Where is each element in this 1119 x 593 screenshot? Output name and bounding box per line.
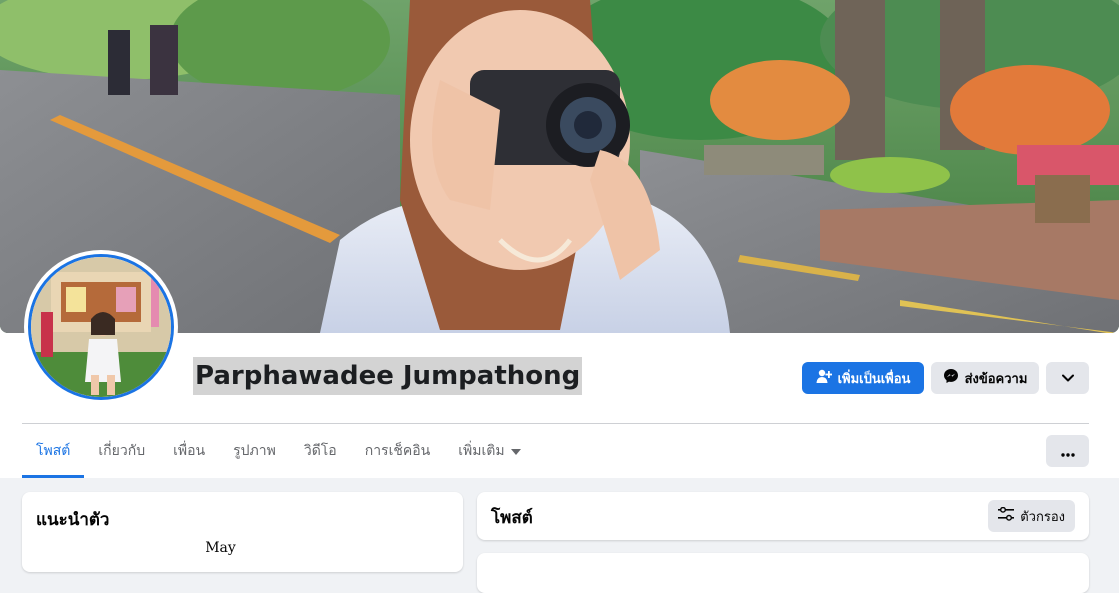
profile-avatar[interactable] (24, 250, 178, 404)
add-friend-button[interactable]: เพิ่มเป็นเพื่อน (802, 362, 924, 394)
intro-bio: May (205, 540, 236, 556)
tabs-more-button[interactable] (1046, 435, 1089, 467)
tab-label: เกี่ยวกับ (98, 443, 146, 459)
intro-title: แนะนำตัว (36, 510, 110, 530)
cover-photo[interactable] (0, 0, 1119, 333)
tab-more[interactable]: เพิ่มเติม (444, 424, 534, 478)
tab-photos[interactable]: รูปภาพ (219, 424, 290, 478)
tab-label: เพื่อน (173, 443, 206, 459)
messenger-icon (943, 368, 959, 388)
posts-header-card: โพสต์ ตัวกรอง (477, 492, 1089, 540)
add-friend-label: เพิ่มเป็นเพื่อน (837, 371, 911, 387)
tab-label: โพสต์ (36, 443, 71, 459)
tab-about[interactable]: เกี่ยวกับ (84, 424, 159, 478)
add-user-icon (816, 368, 832, 388)
caret-down-icon (510, 443, 521, 459)
filter-button[interactable]: ตัวกรอง (988, 500, 1075, 532)
profile-name: Parphawadee Jumpathong (193, 357, 583, 395)
tab-friends[interactable]: เพื่อน (159, 424, 219, 478)
tab-label: รูปภาพ (233, 443, 276, 459)
tab-label: วิดีโอ (303, 443, 337, 459)
chevron-down-icon (1061, 371, 1074, 386)
ellipsis-icon (1060, 442, 1075, 461)
message-button[interactable]: ส่งข้อความ (931, 362, 1039, 394)
tab-posts[interactable]: โพสต์ (22, 424, 85, 478)
tab-checkins[interactable]: การเช็คอิน (351, 424, 445, 478)
profile-header: Parphawadee Jumpathong เพิ่มเป็นเพื่อน ส… (0, 0, 1119, 478)
post-composer-card (477, 553, 1089, 593)
posts-title: โพสต์ (491, 508, 533, 528)
more-actions-button[interactable] (1046, 362, 1089, 394)
tab-label: เพิ่มเติม (458, 443, 505, 459)
filter-label: ตัวกรอง (1020, 509, 1065, 525)
intro-card: แนะนำตัว (22, 492, 463, 572)
sliders-icon (998, 506, 1015, 525)
profile-tabs: โพสต์ เกี่ยวกับ เพื่อน รูปภาพ วิดีโอ การ… (22, 424, 535, 478)
tab-label: การเช็คอิน (364, 443, 431, 459)
message-label: ส่งข้อความ (964, 371, 1028, 387)
tab-videos[interactable]: วิดีโอ (290, 424, 351, 478)
